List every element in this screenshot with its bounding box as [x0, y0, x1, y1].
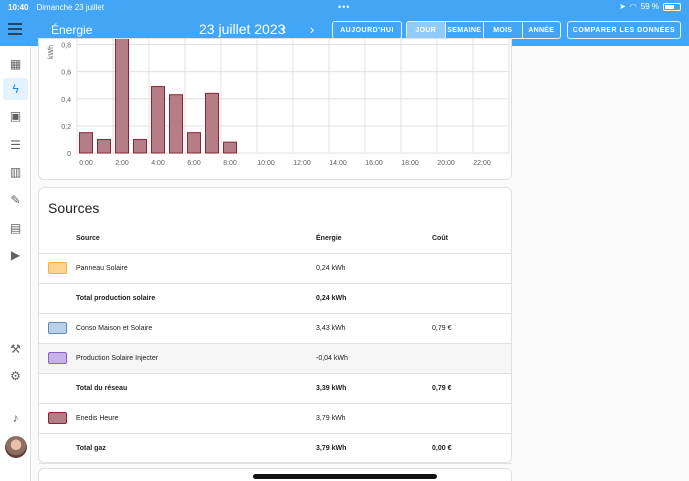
media-icon[interactable]: ▤	[9, 222, 22, 235]
color-swatch	[48, 262, 67, 274]
wifi-icon: ◠	[629, 2, 637, 11]
battery-percent: 59 %	[640, 2, 659, 11]
cell-energy: 3,79 kWh	[316, 445, 347, 452]
sidebar: ▦ ϟ ▣ ☰ ▥ ✎ ▤ ▶ ⚒ ⚙ ♪	[0, 46, 31, 481]
y-tick-label: 0,2	[61, 124, 71, 131]
period-year-button[interactable]: ANNÉE	[523, 22, 561, 38]
logbook-icon[interactable]: ▣	[9, 110, 22, 123]
cell-source: Total du réseau	[76, 385, 128, 392]
color-swatch	[48, 352, 67, 364]
cell-source: Production Solaire Injecter	[76, 355, 159, 362]
color-swatch	[48, 322, 67, 334]
home-indicator	[253, 474, 437, 479]
y-tick-label: 0	[67, 151, 71, 158]
previous-period-button[interactable]: ‹	[277, 21, 291, 37]
chart-bar[interactable]	[79, 132, 93, 154]
cell-source: Panneau Solaire	[76, 265, 128, 272]
cell-energy: 0,24 kWh	[316, 295, 347, 302]
x-tick-label: 4:00	[151, 160, 165, 167]
y-axis-label: kWh	[48, 45, 55, 59]
avatar[interactable]	[5, 436, 27, 458]
table-row: Production Solaire Injecter -0,04 kWh	[39, 344, 511, 374]
x-tick-label: 14:00	[329, 160, 347, 167]
table-row: Total du réseau 3,39 kWh 0,79 €	[39, 374, 511, 404]
cell-cost: 0,79 €	[432, 325, 452, 332]
battery-icon	[663, 2, 681, 11]
cell-cost: 0,00 €	[432, 445, 452, 452]
y-tick-label: 0,6	[61, 70, 71, 77]
column-header-source: Source	[76, 235, 100, 242]
settings-icon[interactable]: ⚙	[9, 370, 22, 383]
next-period-button[interactable]: ›	[305, 21, 319, 37]
chart-bar[interactable]	[223, 141, 237, 154]
compare-data-button[interactable]: COMPARER LES DONNÉES	[567, 21, 681, 39]
x-tick-label: 8:00	[223, 160, 237, 167]
x-tick-label: 0:00	[79, 160, 93, 167]
cell-source: Total production solaire	[76, 295, 156, 302]
column-header-cost: Coût	[432, 235, 448, 242]
cell-cost: 0,79 €	[432, 385, 452, 392]
energy-chart-card: 0 0,2 0,4 0,6 0,8 kWh 0:00 2:00 4:00 6:00 8:00 10:0…	[38, 38, 512, 180]
multitask-dots-icon[interactable]: •••	[338, 2, 350, 12]
table-row: Total production solaire 0,24 kWh	[39, 284, 511, 314]
notifications-icon[interactable]: ♪	[9, 412, 22, 425]
location-icon: ➤	[619, 2, 626, 11]
x-tick-label: 10:00	[257, 160, 275, 167]
energy-chart: 0 0,2 0,4 0,6 0,8 kWh 0:00 2:00 4:00 6:00 8:00 10:0…	[48, 39, 510, 167]
x-tick-label: 18:00	[401, 160, 419, 167]
cell-energy: -0,04 kWh	[316, 355, 348, 362]
x-tick-label: 22:00	[473, 160, 491, 167]
y-tick-label: 0,4	[61, 97, 71, 104]
chart-bar[interactable]	[97, 138, 111, 154]
overview-icon[interactable]: ▦	[9, 58, 22, 71]
table-row: Conso Maison et Solaire 3,43 kWh 0,79 €	[39, 314, 511, 344]
today-button[interactable]: AUJOURD'HUI	[332, 21, 402, 39]
cell-source: Enedis Heure	[76, 415, 119, 422]
table-row: Total gaz 3,79 kWh 0,00 €	[39, 434, 511, 464]
x-tick-label: 6:00	[187, 160, 201, 167]
period-day-button[interactable]: JOUR	[407, 22, 446, 38]
cell-energy: 3,79 kWh	[316, 415, 346, 422]
cell-energy: 3,39 kWh	[316, 385, 347, 392]
period-selector: JOUR SEMAINE MOIS ANNÉE	[406, 21, 561, 39]
history-icon[interactable]: ▥	[9, 166, 22, 179]
page-title: Énergie	[51, 23, 93, 37]
media-player-icon[interactable]: ▶	[9, 249, 22, 262]
sources-title: Sources	[48, 200, 100, 216]
period-week-button[interactable]: SEMAINE	[446, 22, 484, 38]
todo-icon[interactable]: ☰	[9, 139, 22, 152]
status-time: 10:40	[8, 2, 29, 12]
tools-icon[interactable]: ✎	[9, 194, 22, 207]
status-bar: 10:40 Dimanche 23 juillet ••• ➤ ◠ 59 %	[0, 0, 689, 14]
sources-header-row: Source Énergie Coût	[39, 224, 511, 254]
x-tick-label: 12:00	[293, 160, 311, 167]
chart-bar[interactable]	[205, 92, 219, 154]
menu-icon[interactable]	[8, 23, 22, 37]
y-tick-label: 0,8	[61, 43, 71, 50]
chart-bar[interactable]	[151, 86, 165, 154]
x-tick-label: 20:00	[437, 160, 455, 167]
table-row: Panneau Solaire 0,24 kWh	[39, 254, 511, 284]
cell-source: Total gaz	[76, 445, 106, 452]
x-tick-label: 16:00	[365, 160, 383, 167]
cell-source: Conso Maison et Solaire	[76, 325, 153, 332]
sources-card: Sources Source Énergie Coût Panneau Sola…	[38, 187, 512, 464]
color-swatch	[48, 412, 67, 424]
developer-icon[interactable]: ⚒	[9, 343, 22, 356]
x-tick-label: 2:00	[115, 160, 129, 167]
cell-energy: 3,43 kWh	[316, 325, 346, 332]
date-label: 23 juillet 2023	[199, 21, 286, 37]
column-header-energy: Énergie	[316, 235, 342, 242]
energy-icon[interactable]: ϟ	[9, 83, 22, 96]
cell-energy: 0,24 kWh	[316, 265, 346, 272]
chart-bar[interactable]	[187, 132, 201, 154]
chart-bar[interactable]	[133, 138, 147, 154]
chart-bar[interactable]	[169, 94, 183, 154]
status-date: Dimanche 23 juillet	[36, 2, 105, 12]
table-row: Enedis Heure 3,79 kWh	[39, 404, 511, 434]
chart-bar[interactable]	[115, 39, 129, 154]
period-month-button[interactable]: MOIS	[484, 22, 523, 38]
